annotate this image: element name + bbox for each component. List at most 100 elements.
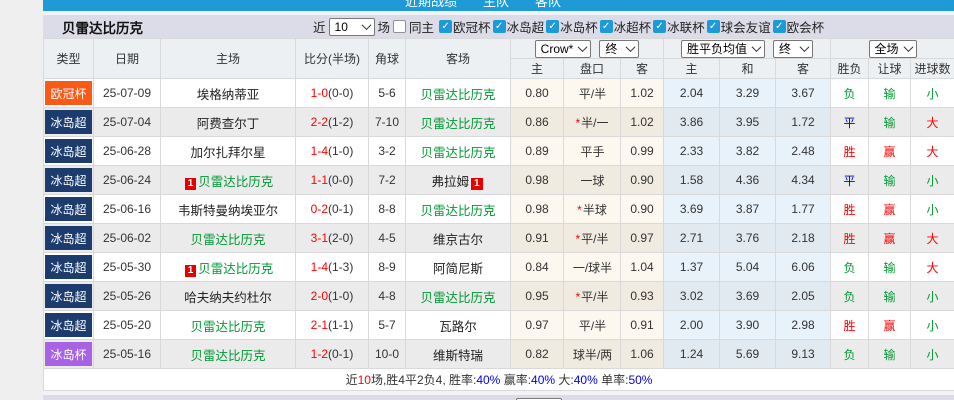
result-goals: 大 bbox=[911, 253, 954, 282]
away-team-cell: 贝雷达比历克 bbox=[406, 137, 511, 166]
team-name-link[interactable]: 哈夫纳夫约杜尔 bbox=[184, 291, 272, 305]
odds-handicap: *半/一 bbox=[564, 108, 621, 137]
league-filter[interactable]: ✓冰岛杯 bbox=[546, 17, 598, 36]
avg-odds-select[interactable]: 胜平负均值 bbox=[681, 40, 765, 58]
team-name-link[interactable]: 贝雷达比历克 bbox=[190, 349, 265, 363]
match-score: 2-2(1-2) bbox=[296, 108, 369, 137]
team-name-link[interactable]: 贝雷达比历克 bbox=[420, 88, 495, 102]
team-history-header: 贝雷达比历克 近 10 场 同主 ✓欧冠杯✓冰岛超✓冰岛杯✓冰超杯✓冰联杯✓球会… bbox=[43, 15, 954, 38]
avg-lose-odds: 2.18 bbox=[776, 224, 831, 253]
avg-lose-odds: 1.72 bbox=[776, 108, 831, 137]
odds-away: 1.02 bbox=[621, 108, 664, 137]
team-name-link[interactable]: 贝雷达比历克 bbox=[420, 291, 495, 305]
sub-header-handicap: 盘口 bbox=[564, 59, 621, 79]
team-name-link[interactable]: 维京古尔 bbox=[433, 233, 483, 247]
summary-row: 近10场,胜4平2负4, 胜率:40% 赢率:40% 大:40% 单率:50% bbox=[44, 369, 954, 391]
same-home-checkbox[interactable] bbox=[393, 20, 406, 33]
match-type-badge: 冰岛杯 bbox=[45, 342, 92, 366]
away-team-cell: 弗拉姆1 bbox=[406, 166, 511, 195]
match-date: 25-07-09 bbox=[94, 79, 161, 108]
corner-score: 4-5 bbox=[369, 224, 406, 253]
checkbox[interactable]: ✓ bbox=[600, 20, 613, 33]
corner-score: 5-6 bbox=[369, 79, 406, 108]
team-name-link[interactable]: 瓦路尔 bbox=[439, 320, 477, 334]
result-outcome: 平 bbox=[831, 108, 869, 137]
result-outcome: 胜 bbox=[831, 195, 869, 224]
team-name-link[interactable]: 埃格纳蒂亚 bbox=[197, 88, 260, 102]
history-controls: 近 10 场 同主 ✓欧冠杯✓冰岛超✓冰岛杯✓冰超杯✓冰联杯✓球会友谊✓欧会杯 bbox=[313, 15, 824, 38]
rank-badge: 1 bbox=[185, 265, 197, 277]
history-row: 冰岛超 25-06-02 贝雷达比历克 3-1(2-0) 4-5 维京古尔 0.… bbox=[44, 224, 954, 253]
top-nav-link[interactable]: 客队 bbox=[535, 0, 561, 10]
team-name-link[interactable]: 阿费查尔丁 bbox=[197, 117, 260, 131]
away-team-cell: 贝雷达比历克 bbox=[406, 282, 511, 311]
checkbox[interactable]: ✓ bbox=[493, 20, 506, 33]
checkbox[interactable]: ✓ bbox=[653, 20, 666, 33]
rank-badge: 1 bbox=[471, 178, 483, 190]
home-team-cell: 贝雷达比历克 bbox=[161, 224, 296, 253]
away-team-cell: 贝雷达比历克 bbox=[406, 79, 511, 108]
team-name-link[interactable]: 加尔扎拜尔星 bbox=[190, 146, 265, 160]
league-filter-label: 冰超杯 bbox=[614, 17, 652, 36]
avg-win-odds: 2.33 bbox=[664, 137, 720, 166]
team-name-link[interactable]: 贝雷达比历克 bbox=[190, 320, 265, 334]
league-filter[interactable]: ✓冰联杯 bbox=[653, 17, 705, 36]
match-type-badge: 冰岛超 bbox=[45, 255, 92, 279]
team-name-link[interactable]: 贝雷达比历克 bbox=[198, 175, 273, 189]
bookmaker-select[interactable]: Crow* bbox=[535, 40, 592, 58]
chevron-down-icon bbox=[903, 42, 913, 52]
odds-time-select-2[interactable]: 终 bbox=[773, 40, 813, 58]
home-team-cell: 加尔扎拜尔星 bbox=[161, 137, 296, 166]
avg-draw-odds: 3.90 bbox=[720, 311, 776, 340]
top-nav-link[interactable]: 主队 bbox=[483, 0, 509, 10]
scope-select[interactable]: 全场 bbox=[869, 40, 917, 58]
league-filter[interactable]: ✓欧会杯 bbox=[773, 17, 825, 36]
result-goals: 大 bbox=[911, 224, 954, 253]
team-name-link[interactable]: 维斯特瑞 bbox=[433, 349, 483, 363]
checkbox[interactable]: ✓ bbox=[439, 20, 452, 33]
odds-away: 0.90 bbox=[621, 195, 664, 224]
filters-top: ✓欧冠杯✓冰岛超✓冰岛杯✓冰超杯✓冰联杯✓球会友谊✓欧会杯 bbox=[437, 17, 824, 36]
next-history-controls: 近 10 场 同主 ✓欧冠杯✓球会友谊✓阿尔巴超✓阿尔巴杯✓阿巴超杯✓欧会杯 bbox=[500, 395, 954, 400]
odds-handicap: *半球 bbox=[564, 195, 621, 224]
match-type-cell: 冰岛超 bbox=[44, 224, 94, 253]
team-name-link[interactable]: 韦斯特曼纳埃亚尔 bbox=[178, 204, 278, 218]
top-nav-link[interactable]: 近期战绩 bbox=[405, 0, 457, 10]
summary-segment: 40% bbox=[531, 373, 555, 387]
summary-segment: 40% bbox=[476, 373, 500, 387]
odds-time-select-1[interactable]: 终 bbox=[599, 40, 639, 58]
team-name-link[interactable]: 弗拉姆 bbox=[431, 175, 469, 189]
avg-win-odds: 1.37 bbox=[664, 253, 720, 282]
corner-score: 10-0 bbox=[369, 340, 406, 369]
team-name-link[interactable]: 贝雷达比历克 bbox=[420, 204, 495, 218]
history-table-body: 欧冠杯 25-07-09 埃格纳蒂亚 1-0(0-0) 5-6 贝雷达比历克 0… bbox=[44, 79, 954, 369]
col-header-corner: 角球 bbox=[369, 39, 406, 79]
match-type-badge: 冰岛超 bbox=[45, 110, 92, 134]
team-name-link[interactable]: 贝雷达比历克 bbox=[190, 233, 265, 247]
result-outcome: 胜 bbox=[831, 224, 869, 253]
checkbox[interactable]: ✓ bbox=[546, 20, 559, 33]
league-filter[interactable]: ✓欧冠杯 bbox=[439, 17, 491, 36]
checkbox[interactable]: ✓ bbox=[707, 20, 720, 33]
match-count-select[interactable]: 10 bbox=[329, 18, 375, 36]
odds-home: 0.84 bbox=[511, 253, 564, 282]
odds-home: 0.89 bbox=[511, 137, 564, 166]
checkbox[interactable]: ✓ bbox=[773, 20, 786, 33]
avg-draw-odds: 3.69 bbox=[720, 282, 776, 311]
league-filter[interactable]: ✓冰岛超 bbox=[493, 17, 545, 36]
league-filter[interactable]: ✓球会友谊 bbox=[707, 17, 771, 36]
team-name-link[interactable]: 贝雷达比历克 bbox=[420, 146, 495, 160]
match-score: 3-1(2-0) bbox=[296, 224, 369, 253]
odds-home: 0.98 bbox=[511, 195, 564, 224]
team-name-link[interactable]: 贝雷达比历克 bbox=[420, 117, 495, 131]
top-nav-links[interactable]: 近期战绩 主队 客队 bbox=[405, 0, 561, 10]
sub-header-odds-away: 客 bbox=[621, 59, 664, 79]
summary-segment: 近 bbox=[346, 373, 358, 387]
team-name-link[interactable]: 贝雷达比历克 bbox=[198, 262, 273, 276]
result-goals: 小 bbox=[911, 340, 954, 369]
league-filter[interactable]: ✓冰超杯 bbox=[600, 17, 652, 36]
match-type-cell: 冰岛超 bbox=[44, 311, 94, 340]
team-name-link[interactable]: 阿简尼斯 bbox=[433, 262, 483, 276]
home-team-cell: 韦斯特曼纳埃亚尔 bbox=[161, 195, 296, 224]
result-goals: 小 bbox=[911, 166, 954, 195]
